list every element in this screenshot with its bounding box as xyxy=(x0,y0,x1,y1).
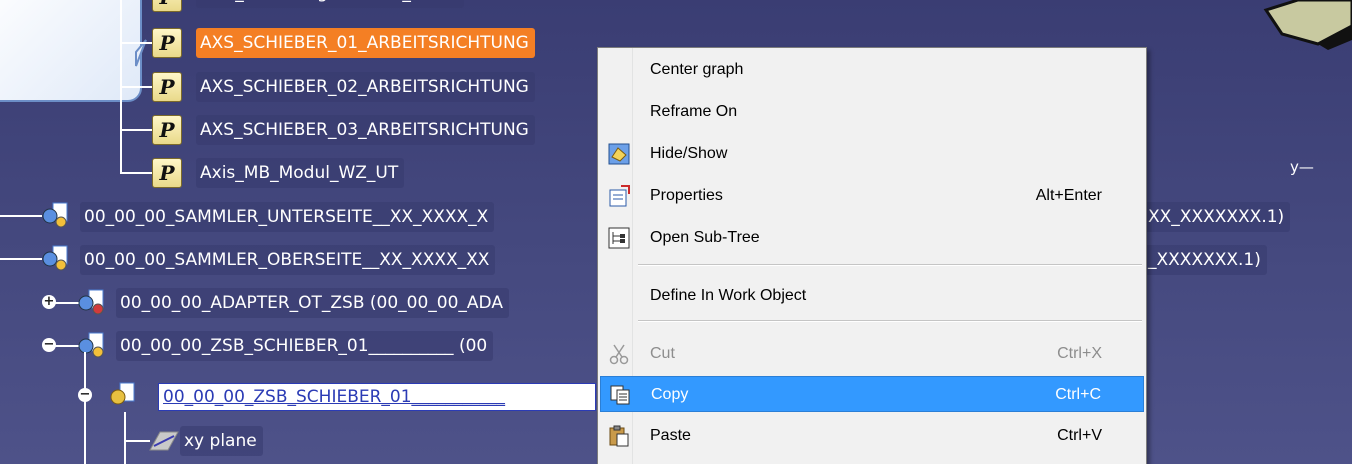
menu-item-label: Copy xyxy=(651,386,689,403)
expand-icon[interactable]: + xyxy=(42,295,56,309)
parameter-icon: P xyxy=(152,72,182,102)
tree-connector xyxy=(120,129,152,131)
tree-node-xy-plane[interactable]: xy plane xyxy=(180,426,263,456)
menu-item-reframe-on[interactable]: Reframe On xyxy=(600,94,1144,130)
tree-connector xyxy=(124,440,150,442)
menu-item-label: Define In Work Object xyxy=(650,287,807,304)
axis-glyph: y— xyxy=(1290,158,1314,176)
tree-node-tail: _XXXXXXX.1) xyxy=(1144,245,1267,275)
menu-item-open-sub-tree[interactable]: Open Sub-Tree xyxy=(600,220,1144,256)
product-icon xyxy=(78,289,104,315)
parameter-icon: P xyxy=(152,158,182,188)
tree-node-axis-02[interactable]: AXS_SCHIEBER_02_ARBEITSRICHTUNG xyxy=(196,72,535,102)
tree-node-tail: XX_XXXXXXX.1) xyxy=(1144,202,1291,232)
tree-node-adapter[interactable]: 00_00_00_ADAPTER_OT_ZSB (00_00_00_ADA xyxy=(116,288,509,318)
tree-connector xyxy=(120,42,152,44)
menu-item-shortcut: Ctrl+V xyxy=(1057,427,1102,444)
scissors-icon xyxy=(609,344,629,365)
tree-node-sammler-oberseite[interactable]: 00_00_00_SAMMLER_OBERSEITE__XX_XXXX_XX xyxy=(80,245,496,275)
hide-show-icon xyxy=(608,143,630,165)
menu-item-center-graph[interactable]: Center graph xyxy=(600,52,1144,88)
tree-node-zsb-schieber[interactable]: 00_00_00_ZSB_SCHIEBER_01__________ (00 xyxy=(116,331,494,361)
tree-node-sammler-unterseite[interactable]: 00_00_00_SAMMLER_UNTERSEITE__XX_XXXX_X xyxy=(80,202,495,232)
menu-item-label: Hide/Show xyxy=(650,145,728,162)
context-menu: Center graph Reframe On Hide/Show Proper… xyxy=(597,47,1147,464)
tree-connector xyxy=(0,215,42,217)
product-icon xyxy=(42,245,68,271)
tree-node-axis-01[interactable]: AXS_SCHIEBER_01_ARBEITSRICHTUNG xyxy=(196,28,535,58)
copy-icon xyxy=(610,385,630,405)
menu-separator xyxy=(638,320,1142,322)
menu-item-shortcut: Ctrl+X xyxy=(1057,345,1102,362)
parameter-icon: P xyxy=(152,28,182,58)
menu-item-cut[interactable]: Cut Ctrl+X xyxy=(600,336,1144,372)
menu-item-shortcut: Ctrl+C xyxy=(1055,386,1101,403)
paste-icon xyxy=(609,425,629,447)
tree-node-axis-mb[interactable]: Axis_MB_Modul_WZ_UT xyxy=(196,158,405,188)
part-icon xyxy=(110,382,135,405)
product-icon xyxy=(42,202,68,228)
menu-item-properties[interactable]: Properties Alt+Enter xyxy=(600,178,1144,214)
subtree-icon xyxy=(608,227,630,249)
catia-viewport: Axis_Werkzeuganschlus_Z+01 P P AXS_SCHIE… xyxy=(0,0,1352,464)
parameter-icon: P xyxy=(152,0,182,12)
properties-icon xyxy=(609,185,630,207)
menu-item-define-in-work-object[interactable]: Define In Work Object xyxy=(600,278,1144,314)
tree-node-partial[interactable]: Axis_Werkzeuganschlus_Z+01 xyxy=(196,0,465,8)
menu-item-label: Paste xyxy=(650,427,691,444)
menu-item-label: Center graph xyxy=(650,61,744,78)
tree-node-axis-03[interactable]: AXS_SCHIEBER_03_ARBEITSRICHTUNG xyxy=(196,115,535,145)
tree-connector xyxy=(120,86,152,88)
menu-item-hide-show[interactable]: Hide/Show xyxy=(600,136,1144,172)
menu-item-label: Cut xyxy=(650,345,675,362)
menu-item-paste[interactable]: Paste Ctrl+V xyxy=(600,418,1144,454)
tree-connector xyxy=(0,258,42,260)
tree-node-rename-field[interactable]: 00_00_00_ZSB_SCHIEBER_01___________ xyxy=(158,383,596,411)
tree-connector xyxy=(120,172,152,174)
menu-separator xyxy=(638,264,1142,266)
collapse-icon[interactable]: − xyxy=(42,338,56,352)
tree-connector xyxy=(124,412,126,464)
parameter-icon: P xyxy=(152,115,182,145)
menu-item-label: Properties xyxy=(650,187,723,204)
compass-icon xyxy=(1263,0,1352,50)
menu-item-label: Reframe On xyxy=(650,103,738,120)
product-icon xyxy=(78,332,104,358)
collapse-icon[interactable]: − xyxy=(78,388,92,402)
menu-item-label: Open Sub-Tree xyxy=(650,229,760,246)
callout-pointer xyxy=(135,39,147,67)
menu-item-copy[interactable]: Copy Ctrl+C xyxy=(600,376,1144,412)
tree-connector xyxy=(84,352,86,464)
menu-item-shortcut: Alt+Enter xyxy=(1035,187,1102,204)
plane-icon xyxy=(149,431,179,451)
